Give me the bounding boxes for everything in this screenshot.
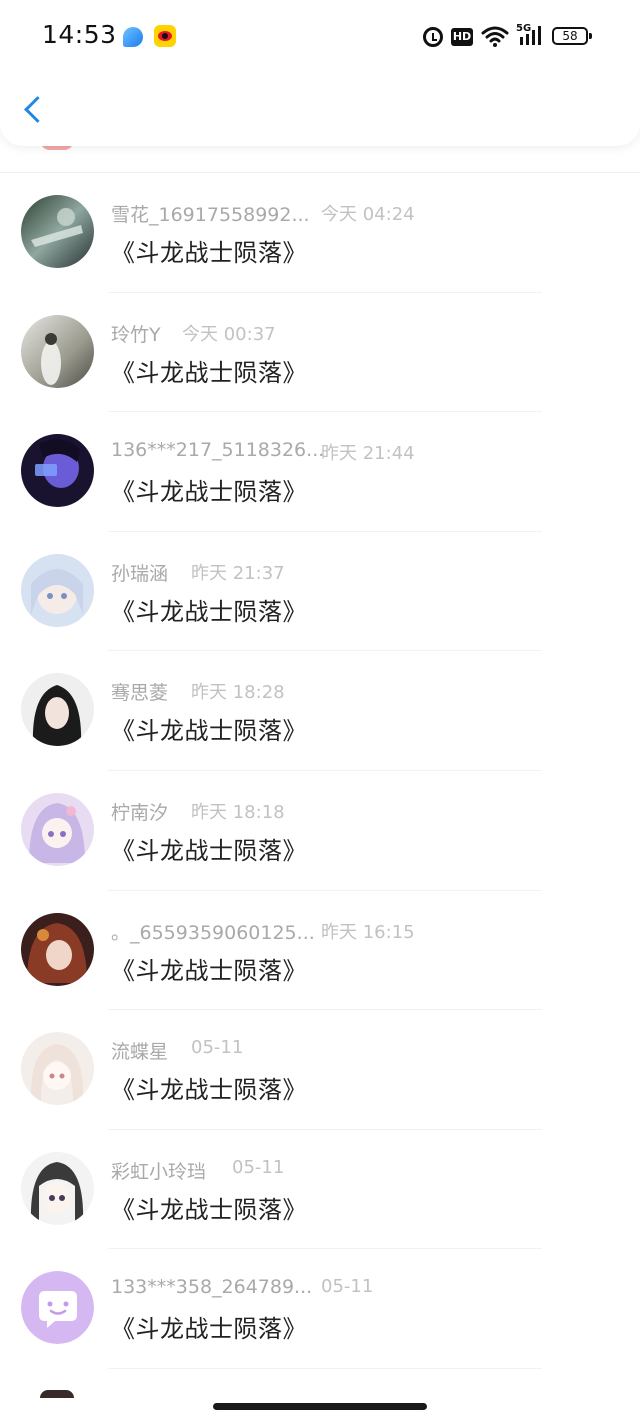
message-text: 《斗龙战士陨落》 (111, 597, 307, 626)
avatar[interactable] (21, 434, 94, 508)
avatar[interactable] (21, 1032, 94, 1106)
sender-name: 。_6559359060125... (111, 921, 315, 944)
message-time: 今天 00:37 (182, 323, 276, 345)
list-item[interactable]: 133***358_264789... 05-11 《斗龙战士陨落》 (0, 1249, 640, 1369)
list-item[interactable]: 彩虹小玲珰 05-11 《斗龙战士陨落》 (0, 1130, 640, 1250)
message-text: 《斗龙战士陨落》 (111, 717, 307, 746)
message-time: 05-11 (191, 1037, 244, 1059)
message-text: 《斗龙战士陨落》 (111, 478, 307, 507)
avatar[interactable] (21, 912, 94, 986)
weibo-icon (154, 25, 176, 47)
sender-name: 骞思菱 (111, 682, 169, 705)
message-time: 昨天 16:15 (321, 921, 415, 943)
sender-name: 孙瑞涵 (111, 562, 169, 585)
sender-name: 玲竹Y (111, 323, 161, 346)
sender-name: 流蝶星 (111, 1041, 169, 1064)
cellular-signal-icon: 5G (516, 23, 544, 47)
message-time: 05-11 (232, 1156, 285, 1178)
list-item[interactable]: 玲竹Y 今天 00:37 《斗龙战士陨落》 (0, 293, 640, 413)
avatar[interactable] (21, 553, 94, 627)
list-item[interactable]: 雪花_16917558992... 今天 04:24 《斗龙战士陨落》 (0, 173, 640, 293)
message-time: 昨天 21:37 (191, 562, 285, 584)
list-item[interactable]: 柠南汐 昨天 18:18 《斗龙战士陨落》 (0, 771, 640, 891)
battery-indicator: 58 (552, 27, 592, 45)
message-time: 05-11 (321, 1276, 374, 1298)
message-text: 《斗龙战士陨落》 (111, 239, 307, 267)
message-time: 今天 04:24 (321, 204, 415, 225)
list-item[interactable]: 骞思菱 昨天 18:28 《斗龙战士陨落》 (0, 651, 640, 771)
partial-avatar (40, 1390, 74, 1398)
list-item[interactable]: 流蝶星 05-11 《斗龙战士陨落》 (0, 1010, 640, 1130)
alarm-icon (423, 27, 443, 47)
message-text: 《斗龙战士陨落》 (111, 1195, 307, 1224)
avatar[interactable] (21, 314, 94, 388)
sender-name: 136***217_5118326... (111, 439, 325, 462)
qq-browser-icon (123, 27, 143, 47)
message-text: 《斗龙战士陨落》 (111, 1076, 307, 1105)
message-text: 《斗龙战士陨落》 (111, 836, 307, 865)
avatar[interactable] (21, 673, 94, 747)
default-chat-avatar-icon[interactable] (21, 1271, 94, 1345)
home-indicator[interactable] (213, 1403, 427, 1410)
divider (108, 1367, 542, 1369)
sender-name: 柠南汐 (111, 801, 169, 824)
message-list: 雪花_16917558992... 今天 04:24 《斗龙战士陨落》 玲竹Y … (0, 173, 640, 1369)
message-text: 《斗龙战士陨落》 (111, 1315, 307, 1344)
message-time: 昨天 21:44 (321, 443, 415, 465)
wifi-icon (481, 26, 509, 47)
message-text: 《斗龙战士陨落》 (111, 956, 307, 985)
status-time: 14:53 (42, 20, 117, 49)
sender-name: 133***358_264789... (111, 1276, 313, 1299)
list-item[interactable]: 136***217_5118326... 昨天 21:44 《斗龙战士陨落》 (0, 412, 640, 532)
avatar[interactable] (21, 1151, 94, 1225)
hd-badge: HD (451, 28, 473, 46)
message-time: 昨天 18:18 (191, 801, 285, 823)
message-text: 《斗龙战士陨落》 (111, 358, 307, 387)
message-time: 昨天 18:28 (191, 682, 285, 704)
avatar[interactable] (21, 195, 94, 268)
back-chevron-left-icon[interactable] (22, 94, 44, 124)
sender-name: 雪花_16917558992... (111, 204, 310, 226)
list-item[interactable]: 孙瑞涵 昨天 21:37 《斗龙战士陨落》 (0, 532, 640, 652)
list-item[interactable]: 。_6559359060125... 昨天 16:15 《斗龙战士陨落》 (0, 891, 640, 1011)
top-bar: 14:53 HD 5G 58 (0, 0, 640, 146)
avatar[interactable] (21, 792, 94, 866)
sender-name: 彩虹小玲珰 (111, 1160, 207, 1183)
